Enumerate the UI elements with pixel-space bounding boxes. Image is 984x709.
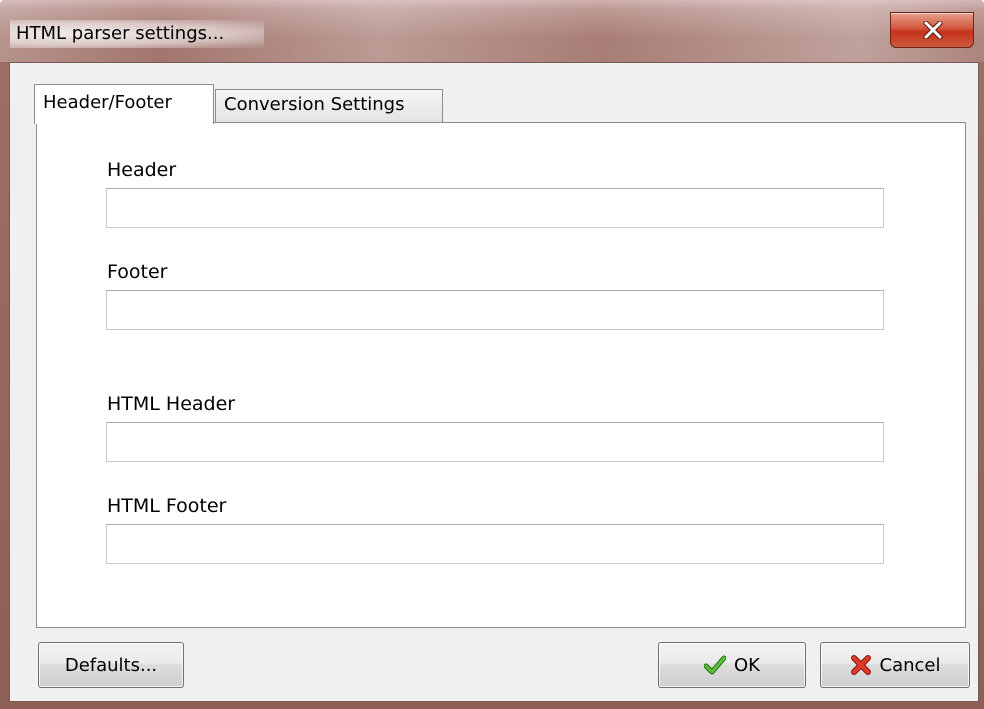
defaults-button-label: Defaults... (64, 654, 158, 676)
window-title: HTML parser settings... (10, 20, 265, 48)
title-bar[interactable]: HTML parser settings... (0, 0, 984, 54)
cancel-button[interactable]: Cancel (820, 642, 970, 688)
footer-field[interactable] (106, 290, 884, 330)
red-x-icon (850, 654, 872, 676)
ok-button-label: OK (734, 654, 760, 676)
html-header-label: HTML Header (107, 393, 236, 415)
cancel-button-label: Cancel (879, 654, 941, 676)
footer-label: Footer (107, 261, 168, 283)
dialog-window: HTML parser settings... Header/Footer Co… (0, 0, 984, 709)
header-label: Header (107, 159, 177, 181)
html-header-field[interactable] (106, 422, 884, 462)
header-field[interactable] (106, 188, 884, 228)
defaults-button[interactable]: Defaults... (38, 642, 184, 688)
html-footer-field[interactable] (106, 524, 884, 564)
html-footer-label: HTML Footer (107, 495, 227, 517)
tab-label: Conversion Settings (224, 94, 405, 115)
tab-conversion-settings[interactable]: Conversion Settings (215, 89, 443, 123)
close-button[interactable] (890, 12, 974, 48)
tab-label: Header/Footer (43, 92, 172, 113)
tab-header-footer[interactable]: Header/Footer (34, 84, 214, 124)
checkmark-icon (703, 655, 727, 675)
ok-button[interactable]: OK (658, 642, 806, 688)
